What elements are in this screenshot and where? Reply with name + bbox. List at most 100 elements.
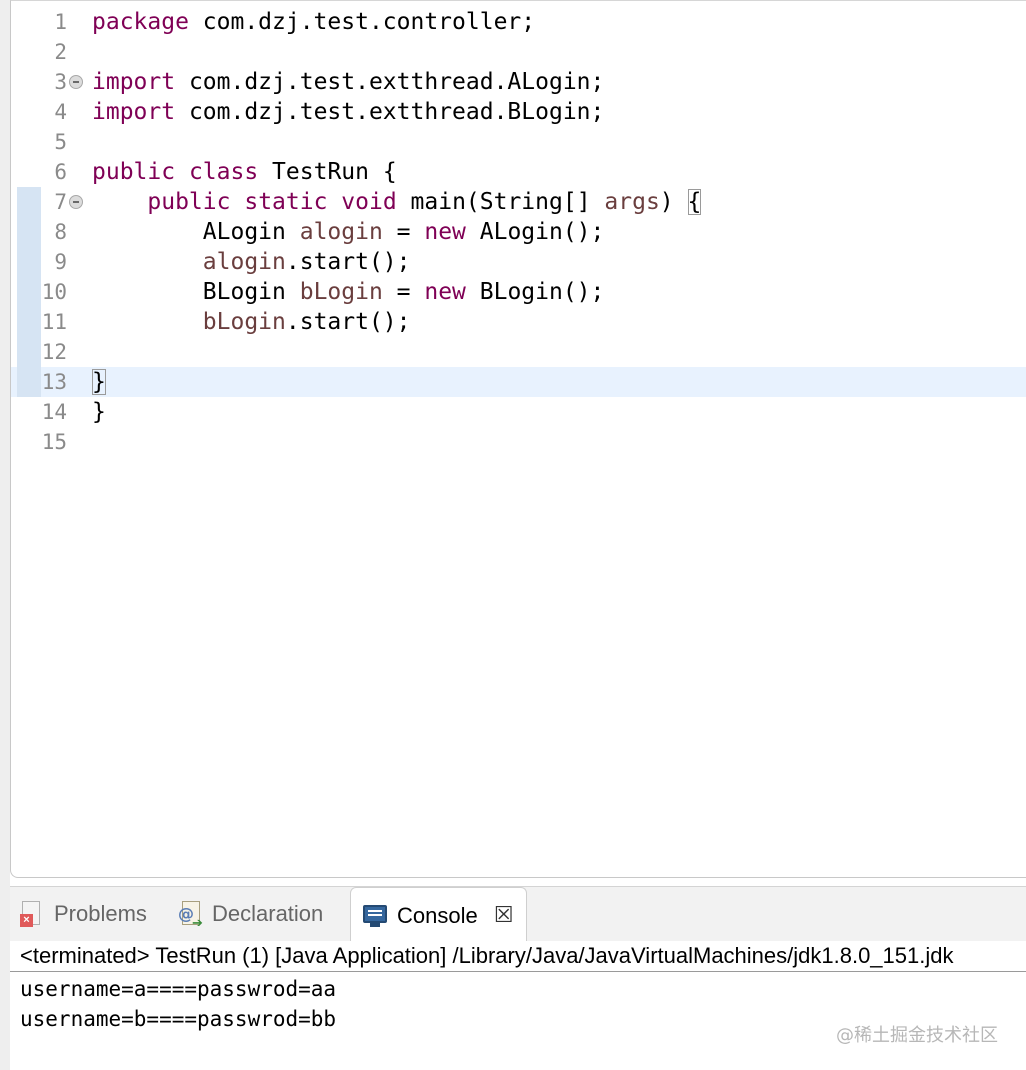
code-token: .start();: [285, 309, 411, 335]
code-token: {: [687, 189, 702, 215]
code-line[interactable]: 4 import com.dzj.test.extthread.BLogin;: [11, 97, 1026, 127]
line-number: 9: [54, 250, 67, 274]
code-token: BLogin();: [465, 279, 605, 305]
code-line[interactable]: 13}: [11, 367, 1026, 397]
code-token: ALogin();: [465, 219, 605, 245]
tab-console-label: Console: [397, 902, 478, 928]
code-text: alogin.start();: [92, 249, 411, 275]
code-text: }: [92, 399, 106, 425]
code-token: ALogin: [92, 219, 300, 245]
code-token: BLogin: [92, 279, 300, 305]
code-token: public: [92, 159, 176, 185]
line-number: 15: [41, 430, 67, 454]
code-token: new: [424, 219, 466, 245]
line-number: 14: [41, 400, 67, 424]
code-token: bLogin: [299, 279, 383, 305]
console-icon: [361, 902, 389, 930]
console-output-line: username=a====passwrod=aa: [20, 977, 337, 1001]
line-number: 7: [54, 190, 67, 214]
code-line[interactable]: 12: [11, 337, 1026, 367]
code-token: static: [244, 189, 328, 215]
code-line[interactable]: 10 BLogin bLogin = new BLogin();: [11, 277, 1026, 307]
code-token: }: [92, 369, 106, 395]
code-line[interactable]: 6 public class TestRun {: [11, 157, 1026, 187]
code-text: public class TestRun {: [92, 159, 397, 185]
code-token: ): [659, 189, 688, 215]
code-text: import com.dzj.test.extthread.BLogin;: [92, 99, 604, 125]
code-token: com.dzj.test.extthread.BLogin;: [175, 99, 605, 125]
code-token: package: [92, 9, 189, 35]
tab-problems-label: Problems: [54, 901, 147, 926]
line-number: 8: [54, 220, 67, 244]
code-token: import: [92, 69, 176, 95]
code-line[interactable]: 7 public static void main(String[] args)…: [11, 187, 1026, 217]
code-line[interactable]: 11 bLogin.start();: [11, 307, 1026, 337]
line-number: 5: [54, 130, 67, 154]
code-editor[interactable]: 1 package com.dzj.test.controller; 2 3 impor…: [10, 0, 1026, 878]
code-line[interactable]: 1 package com.dzj.test.controller;: [11, 7, 1026, 37]
code-token: com.dzj.test.controller;: [188, 9, 536, 35]
bottom-panel-tabbar: × Problems @ ➔ Declaration Console ☒: [10, 886, 1026, 943]
editor-lines: 1 package com.dzj.test.controller; 2 3 impor…: [11, 7, 1026, 457]
code-token: main(String[]: [396, 189, 605, 215]
code-text: package com.dzj.test.controller;: [92, 9, 535, 35]
code-text: public static void main(String[] args) {: [92, 189, 702, 215]
code-token: class: [188, 159, 259, 185]
code-token: void: [341, 189, 397, 215]
code-line[interactable]: 9 alogin.start();: [11, 247, 1026, 277]
line-number: 2: [54, 40, 67, 64]
code-text: BLogin bLogin = new BLogin();: [92, 279, 605, 305]
line-number: 10: [41, 280, 67, 304]
tab-console[interactable]: Console ☒: [350, 887, 527, 943]
code-token: .start();: [285, 249, 411, 275]
code-token: com.dzj.test.extthread.ALogin;: [175, 69, 605, 95]
line-number: 4: [54, 100, 67, 124]
collapse-fold-icon[interactable]: [69, 75, 83, 89]
code-line[interactable]: 8 ALogin alogin = new ALogin();: [11, 217, 1026, 247]
problems-icon: ×: [18, 900, 46, 928]
code-token: import: [92, 99, 176, 125]
tab-problems[interactable]: × Problems: [18, 887, 147, 941]
code-line[interactable]: 3 import com.dzj.test.extthread.ALogin;: [11, 67, 1026, 97]
line-number: 3: [54, 70, 67, 94]
tab-declaration-label: Declaration: [212, 901, 324, 926]
code-line[interactable]: 14}: [11, 397, 1026, 427]
line-number: 6: [54, 160, 67, 184]
console-output-line: username=b====passwrod=bb: [20, 1007, 337, 1031]
code-token: }: [92, 399, 106, 425]
code-line[interactable]: 2: [11, 37, 1026, 67]
declaration-icon: @ ➔: [176, 900, 204, 930]
code-token: =: [382, 219, 425, 245]
code-text: import com.dzj.test.extthread.ALogin;: [92, 69, 604, 95]
line-number: 12: [41, 340, 67, 364]
line-number: 1: [54, 10, 67, 34]
code-token: public: [147, 189, 231, 215]
code-token: alogin: [299, 219, 383, 245]
code-line[interactable]: 5: [11, 127, 1026, 157]
code-text: ALogin alogin = new ALogin();: [92, 219, 605, 245]
code-text: bLogin.start();: [92, 309, 411, 335]
code-token: =: [382, 279, 425, 305]
code-token: bLogin: [202, 309, 286, 335]
code-token: args: [604, 189, 660, 215]
watermark: @稀土掘金技术社区: [836, 1025, 998, 1046]
line-number: 11: [41, 310, 67, 334]
collapse-fold-icon[interactable]: [69, 195, 83, 209]
code-token: alogin: [202, 249, 286, 275]
line-number: 13: [41, 370, 67, 394]
close-icon[interactable]: ☒: [492, 903, 516, 928]
tab-declaration[interactable]: @ ➔ Declaration: [176, 887, 323, 941]
code-token: new: [424, 279, 466, 305]
code-line[interactable]: 15: [11, 427, 1026, 457]
console-status-text: <terminated> TestRun (1) [Java Applicati…: [20, 943, 954, 968]
console-status: <terminated> TestRun (1) [Java Applicati…: [10, 941, 1026, 972]
left-edge: [0, 0, 10, 1070]
code-text: }: [92, 369, 106, 395]
code-token: TestRun {: [258, 159, 397, 185]
